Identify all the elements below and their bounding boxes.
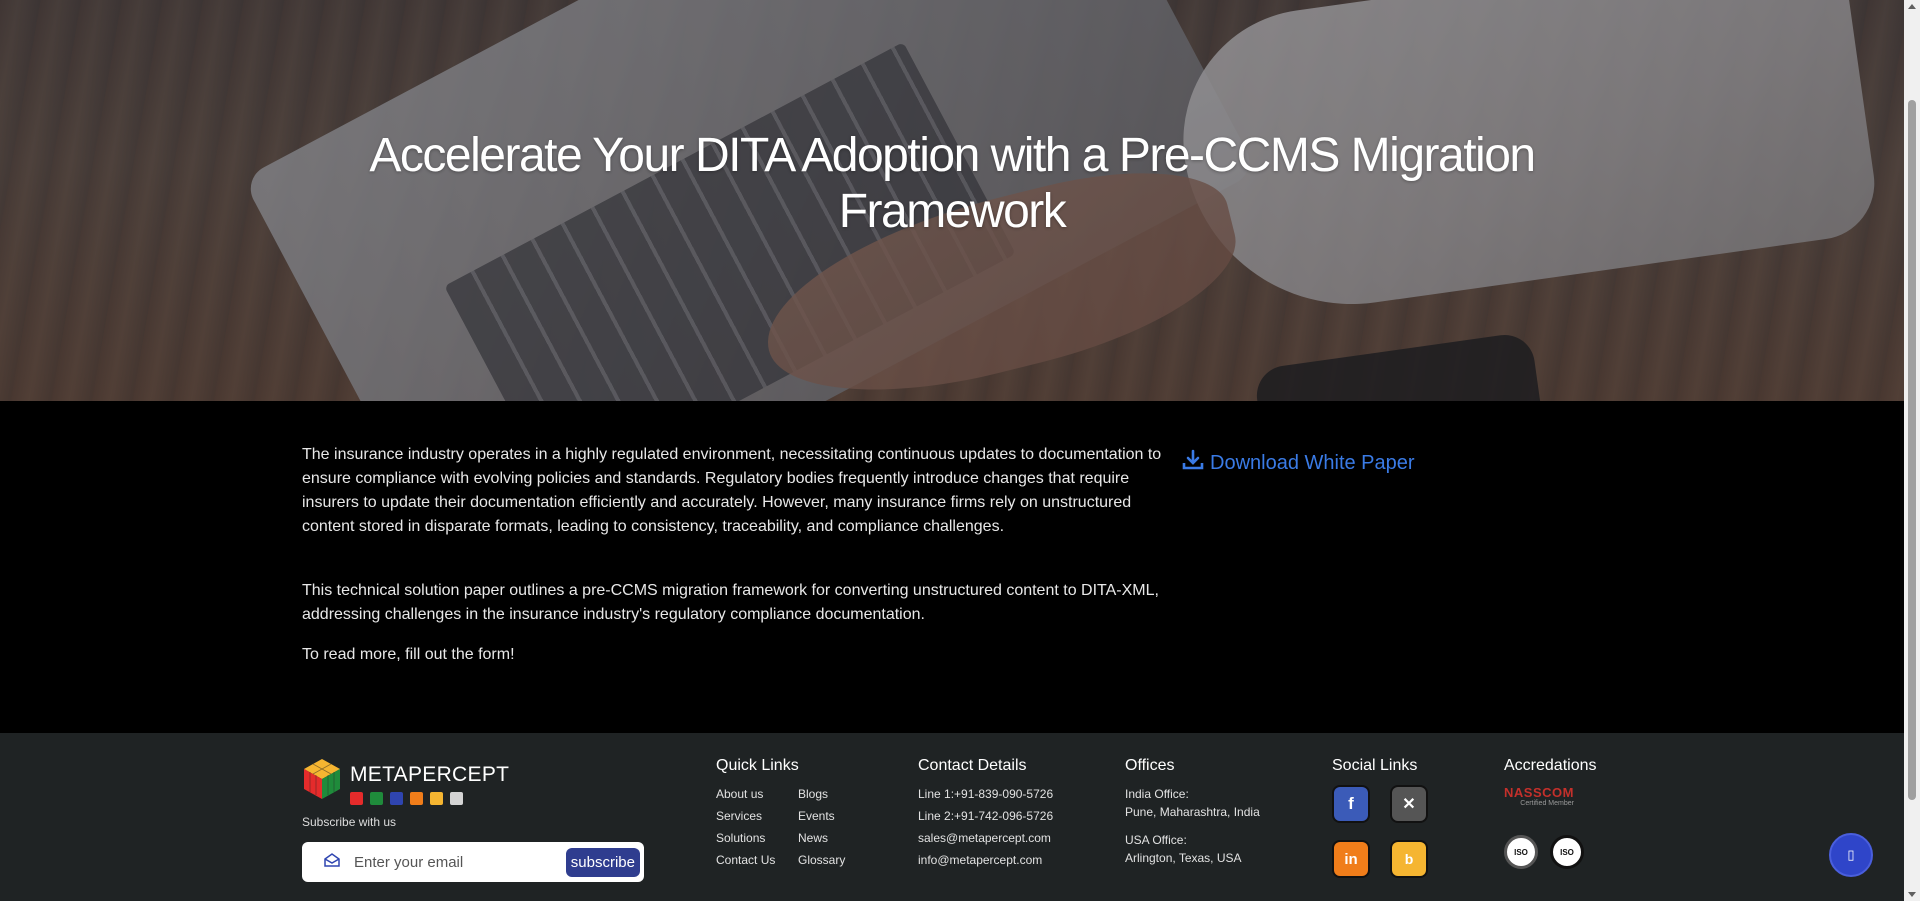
chat-icon: ▯ xyxy=(1847,847,1855,862)
quick-links-col-1: About us Services Solutions Contact Us xyxy=(716,783,775,871)
hero-banner: Accelerate Your DITA Adoption with a Pre… xyxy=(0,0,1904,401)
contact-phone-2[interactable]: Line 2:+91-742-096-5726 xyxy=(918,805,1053,827)
quick-links-col-2: Blogs Events News Glossary xyxy=(798,783,845,871)
x-icon[interactable]: ✕ xyxy=(1392,787,1426,821)
logo-color-dots xyxy=(350,792,509,805)
contact-title: Contact Details xyxy=(918,757,1027,774)
intro-text: The insurance industry operates in a hig… xyxy=(302,443,1162,707)
contact-list: Line 1:+91-839-090-5726 Line 2:+91-742-0… xyxy=(918,783,1053,871)
blog-icon[interactable]: b xyxy=(1392,842,1426,876)
logo-dot xyxy=(350,792,363,805)
link-events[interactable]: Events xyxy=(798,805,845,827)
offices-title: Offices xyxy=(1125,757,1175,774)
intro-paragraph-2: This technical solution paper outlines a… xyxy=(302,582,1159,623)
scroll-down-arrow-icon[interactable] xyxy=(1908,892,1916,897)
footer: METAPERCEPT Subscribe with us subscribe … xyxy=(0,733,1904,901)
subscribe-button[interactable]: subscribe xyxy=(565,847,640,877)
download-label: Download White Paper xyxy=(1210,451,1415,474)
india-office-address: Pune, Maharashtra, India xyxy=(1125,805,1260,819)
chat-button[interactable]: ▯ xyxy=(1829,833,1873,877)
contact-phone-1[interactable]: Line 1:+91-839-090-5726 xyxy=(918,783,1053,805)
nasscom-logo: NASSCOM Certified Member xyxy=(1504,785,1574,807)
page-title: Accelerate Your DITA Adoption with a Pre… xyxy=(369,129,1536,238)
link-services[interactable]: Services xyxy=(716,805,775,827)
link-about-us[interactable]: About us xyxy=(716,783,775,805)
usa-office-label: USA Office: xyxy=(1125,833,1187,847)
main-content: The insurance industry operates in a hig… xyxy=(0,401,1904,733)
page-scrollbar[interactable] xyxy=(1904,0,1920,901)
scroll-up-arrow-icon[interactable] xyxy=(1908,4,1916,9)
social-row-2: in b xyxy=(1334,842,1426,876)
intro-paragraph-3: To read more, fill out the form! xyxy=(302,646,515,663)
logo-dot xyxy=(410,792,423,805)
facebook-icon[interactable]: f xyxy=(1334,787,1368,821)
link-glossary[interactable]: Glossary xyxy=(798,849,845,871)
iso-badges: ISO ISO xyxy=(1504,835,1584,869)
accreditations-title: Accredations xyxy=(1504,757,1597,774)
social-row-1: f ✕ xyxy=(1334,787,1426,821)
contact-email-sales[interactable]: sales@metapercept.com xyxy=(918,827,1053,849)
usa-office-address: Arlington, Texas, USA xyxy=(1125,851,1242,865)
link-solutions[interactable]: Solutions xyxy=(716,827,775,849)
logo-dot xyxy=(390,792,403,805)
company-logo[interactable]: METAPERCEPT xyxy=(302,757,509,806)
email-input[interactable] xyxy=(354,853,566,871)
logo-cube-icon xyxy=(302,757,342,806)
link-news[interactable]: News xyxy=(798,827,845,849)
iso-badge-1: ISO xyxy=(1504,835,1538,869)
download-white-paper-link[interactable]: Download White Paper xyxy=(1182,449,1415,477)
download-icon xyxy=(1182,449,1204,477)
contact-email-info[interactable]: info@metapercept.com xyxy=(918,849,1053,871)
link-blogs[interactable]: Blogs xyxy=(798,783,845,805)
logo-dot xyxy=(370,792,383,805)
linkedin-icon[interactable]: in xyxy=(1334,842,1368,876)
scrollbar-thumb[interactable] xyxy=(1908,100,1916,800)
nasscom-text: NASSCOM xyxy=(1504,785,1574,800)
quick-links-title: Quick Links xyxy=(716,757,799,774)
envelope-icon xyxy=(324,852,340,872)
india-office-label: India Office: xyxy=(1125,787,1189,801)
intro-paragraph-1: The insurance industry operates in a hig… xyxy=(302,446,1162,535)
nasscom-subtext: Certified Member xyxy=(1520,800,1574,807)
logo-text: METAPERCEPT xyxy=(350,763,510,786)
logo-dot xyxy=(450,792,463,805)
link-contact-us[interactable]: Contact Us xyxy=(716,849,775,871)
subscribe-label: Subscribe with us xyxy=(302,815,397,829)
social-title: Social Links xyxy=(1332,757,1418,774)
iso-badge-2: ISO xyxy=(1550,835,1584,869)
subscribe-form: subscribe xyxy=(302,842,644,882)
offices-list: India Office: Pune, Maharashtra, India U… xyxy=(1125,785,1260,867)
logo-dot xyxy=(430,792,443,805)
